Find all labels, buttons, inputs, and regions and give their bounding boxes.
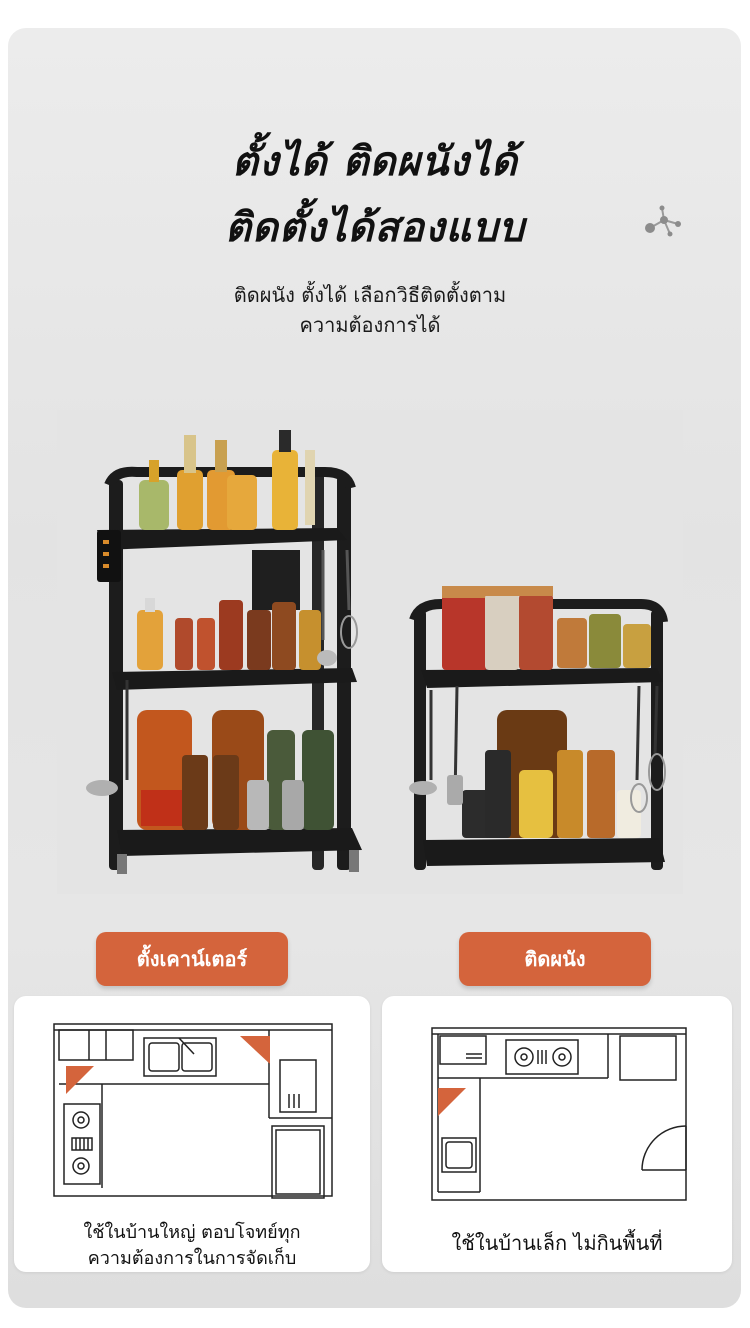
two-tier-rack-image: [409, 586, 668, 870]
headline-line-2: ติดตั้งได้สองแบบ: [224, 205, 526, 251]
headline-line-1: ตั้งได้ ติดผนังได้: [232, 139, 518, 185]
product-photo: [57, 410, 683, 894]
countertop-option-button[interactable]: ตั้งเคาน์เตอร์: [96, 932, 288, 986]
molecule-icon: [645, 205, 681, 237]
wall-mount-caption: ใช้ในบ้านเล็ก ไม่กินพื้นที่: [451, 1231, 663, 1255]
countertop-caption-line-2: ความต้องการในการจัดเก็บ: [87, 1248, 297, 1269]
countertop-caption-line-1: ใช้ในบ้านใหญ่ ตอบโจทย์ทุก: [83, 1222, 301, 1243]
wall-mount-layout-card: ใช้ในบ้านเล็ก ไม่กินพื้นที่: [382, 996, 732, 1272]
countertop-layout-card: ใช้ในบ้านใหญ่ ตอบโจทย์ทุก ความต้องการในก…: [14, 996, 370, 1272]
small-kitchen-floorplan-diagram: [431, 1027, 687, 1201]
large-kitchen-floorplan-diagram: [53, 1023, 333, 1199]
subtitle-line-2: ความต้องการได้: [299, 313, 441, 337]
subtitle-line-1: ติดผนัง ตั้งได้ เลือกวิธีติดตั้งตาม: [233, 283, 507, 307]
wall-mount-option-button[interactable]: ติดผนัง: [459, 932, 651, 986]
three-tier-rack-image: [86, 430, 362, 874]
